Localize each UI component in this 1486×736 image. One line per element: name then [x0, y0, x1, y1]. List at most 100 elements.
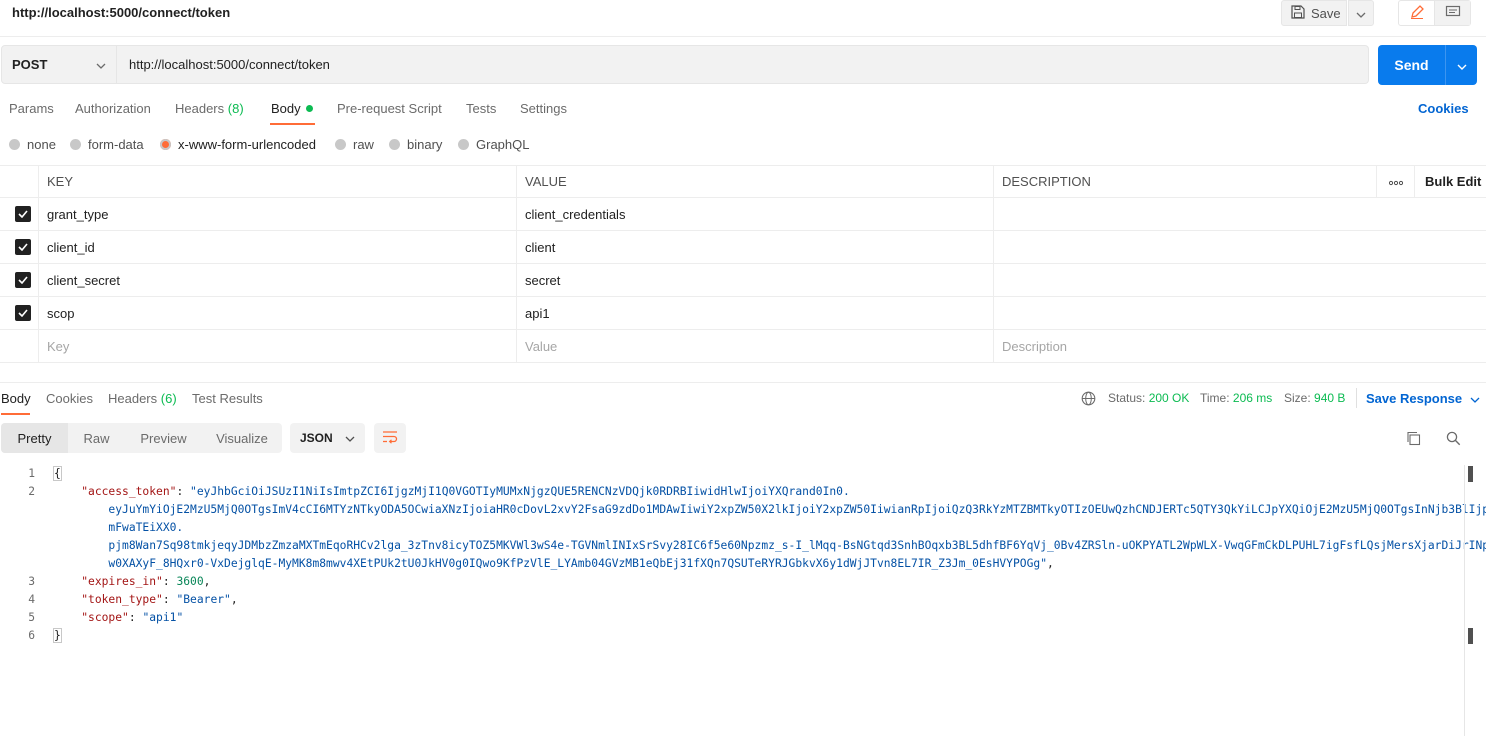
param-value[interactable]: api1: [516, 297, 993, 329]
radio-label: binary: [407, 137, 443, 152]
header-check-cell: [0, 166, 38, 197]
new-description-input[interactable]: Description: [993, 330, 1376, 362]
response-tab-test-results[interactable]: Test Results: [192, 391, 263, 406]
table-row-new: Key Value Description: [0, 330, 1486, 363]
send-button[interactable]: Send: [1378, 45, 1445, 85]
radio-circle: [70, 139, 81, 150]
save-response-button[interactable]: Save Response: [1366, 391, 1480, 406]
view-raw[interactable]: Raw: [68, 423, 125, 453]
format-label: JSON: [300, 431, 333, 445]
radio-binary[interactable]: binary: [389, 137, 442, 152]
code-line: 1{: [0, 465, 1464, 483]
tab-label: Settings: [520, 101, 567, 116]
new-value-input[interactable]: Value: [516, 330, 993, 362]
wrap-lines-button[interactable]: [374, 423, 406, 453]
size-value: 940 B: [1314, 391, 1346, 405]
bulk-edit-button[interactable]: Bulk Edit: [1414, 166, 1486, 197]
view-pretty[interactable]: Pretty: [1, 423, 68, 453]
param-value[interactable]: client_credentials: [516, 198, 993, 230]
tab-authorization[interactable]: Authorization: [75, 101, 151, 116]
status-label: Status:: [1108, 391, 1146, 405]
tab-tests[interactable]: Tests: [466, 101, 496, 116]
param-value[interactable]: secret: [516, 264, 993, 296]
line-number: 4: [28, 593, 35, 606]
row-checkbox[interactable]: [15, 206, 31, 222]
view-preview[interactable]: Preview: [125, 423, 202, 453]
response-tab-body[interactable]: Body: [1, 391, 31, 406]
row-checkbox-cell: [0, 297, 38, 329]
cookies-link[interactable]: Cookies: [1418, 101, 1469, 116]
more-options-button[interactable]: [1376, 166, 1414, 197]
new-key-input[interactable]: Key: [38, 330, 516, 362]
code-line: mFwaTEiXX0.: [0, 519, 1464, 537]
chevron-down-icon: [96, 57, 106, 72]
search-icon[interactable]: [1446, 431, 1461, 449]
radio-none[interactable]: none: [9, 137, 56, 152]
tab-headers[interactable]: Headers (8): [175, 101, 244, 116]
radio-graphql[interactable]: GraphQL: [458, 137, 529, 152]
param-description[interactable]: [993, 231, 1376, 263]
param-key[interactable]: client_secret: [38, 264, 516, 296]
param-description[interactable]: [993, 264, 1376, 296]
response-divider: [0, 382, 1486, 383]
headers-count: (8): [227, 101, 244, 116]
code-text: w0XAXyF_8HQxr0-VxDejglqE-MyMK8m8mwv4XEtP…: [54, 557, 1054, 570]
radio-label: form-data: [88, 137, 144, 152]
comment-icon: [1445, 5, 1461, 22]
save-button[interactable]: Save: [1281, 0, 1347, 26]
param-value[interactable]: client: [516, 231, 993, 263]
tab-params[interactable]: Params: [9, 101, 54, 116]
send-options-button[interactable]: [1445, 45, 1477, 85]
copy-icon[interactable]: [1406, 431, 1421, 449]
radio-raw[interactable]: raw: [335, 137, 374, 152]
url-input[interactable]: [117, 45, 1369, 84]
line-number: 3: [28, 575, 35, 588]
tab-pre-request-script[interactable]: Pre-request Script: [337, 101, 442, 116]
status-code[interactable]: Status: 200 OK: [1108, 391, 1189, 405]
save-options-button[interactable]: [1348, 0, 1374, 26]
row-checkbox[interactable]: [15, 305, 31, 321]
tab-body[interactable]: Body: [271, 101, 313, 116]
status-divider: [1356, 388, 1357, 408]
table-row: scop api1: [0, 297, 1486, 330]
param-description[interactable]: [993, 297, 1376, 329]
edit-mode-button[interactable]: [1399, 1, 1435, 25]
code-line: 5 "scope": "api1": [0, 609, 1464, 627]
row-checkbox[interactable]: [15, 239, 31, 255]
table-row: client_id client: [0, 231, 1486, 264]
param-key[interactable]: grant_type: [38, 198, 516, 230]
format-select[interactable]: JSON: [290, 423, 365, 453]
table-row: client_secret secret: [0, 264, 1486, 297]
tab-label: Params: [9, 101, 54, 116]
line-number: 1: [28, 467, 35, 480]
param-key[interactable]: scop: [38, 297, 516, 329]
tab-label: Tests: [466, 101, 497, 116]
more-icon: [1388, 174, 1403, 189]
response-size[interactable]: Size: 940 B: [1284, 391, 1345, 405]
radio-label: x-www-form-urlencoded: [178, 137, 316, 152]
globe-icon[interactable]: [1081, 391, 1096, 409]
param-key[interactable]: client_id: [38, 231, 516, 263]
radio-x-www-form-urlencoded[interactable]: x-www-form-urlencoded: [160, 137, 316, 152]
chevron-down-icon: [345, 431, 355, 445]
radio-circle: [458, 139, 469, 150]
code-line: 4 "token_type": "Bearer",: [0, 591, 1464, 609]
save-response-label: Save Response: [1366, 391, 1463, 406]
code-line: pjm8Wan7Sq98tmkjeqyJDMbzZmzaMXTmEqoRHCv2…: [0, 537, 1486, 555]
tab-settings[interactable]: Settings: [520, 101, 567, 116]
response-tab-headers[interactable]: Headers (6): [108, 391, 177, 406]
row-checkbox[interactable]: [15, 272, 31, 288]
scrollbar-thumb[interactable]: [1468, 628, 1473, 644]
response-time[interactable]: Time: 206 ms: [1200, 391, 1272, 405]
documentation-mode-button[interactable]: [1435, 1, 1470, 25]
code-line: eyJuYmYiOjE2MzU5MjQ0OTgsImV4cCI6MTYzNTky…: [0, 501, 1486, 519]
param-description[interactable]: [993, 198, 1376, 230]
radio-circle: [389, 139, 400, 150]
method-select[interactable]: POST: [1, 45, 117, 84]
scrollbar-thumb[interactable]: [1468, 466, 1473, 482]
code-text: pjm8Wan7Sq98tmkjeqyJDMbzZmzaMXTmEqoRHCv2…: [54, 539, 1486, 552]
response-tab-cookies[interactable]: Cookies: [46, 391, 93, 406]
view-visualize[interactable]: Visualize: [202, 423, 282, 453]
code-text: {: [53, 466, 62, 481]
radio-form-data[interactable]: form-data: [70, 137, 144, 152]
